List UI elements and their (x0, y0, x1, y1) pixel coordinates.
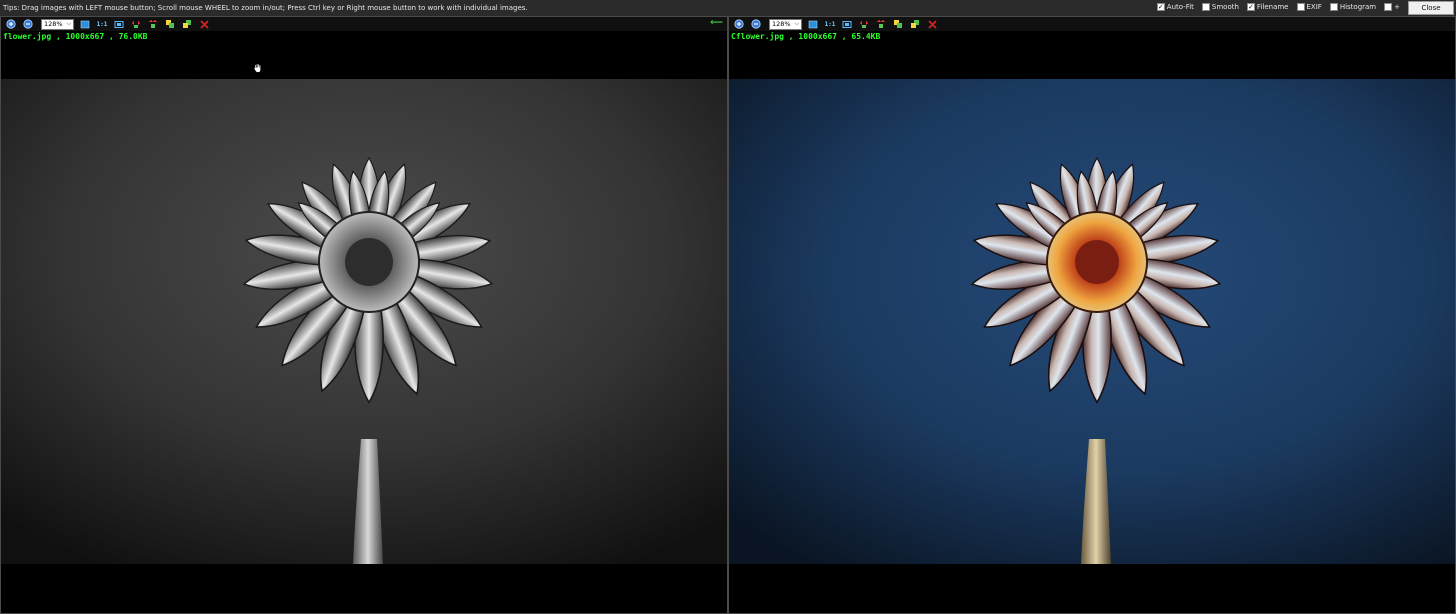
zoom-out-icon[interactable] (749, 18, 763, 30)
actual-size-button[interactable]: 1:1 (95, 18, 109, 30)
exif-label: EXIF (1306, 3, 1322, 11)
option-histogram[interactable]: Histogram (1329, 3, 1377, 11)
tips-text: Tips: Drag images with LEFT mouse button… (3, 4, 528, 12)
option-smooth[interactable]: Smooth (1201, 3, 1239, 11)
fit-to-window-icon[interactable] (806, 18, 820, 30)
plus-label: + (1394, 3, 1400, 11)
zoom-in-icon[interactable] (732, 18, 746, 30)
fit-screen-icon[interactable] (112, 18, 126, 30)
flip-vertical-icon[interactable] (146, 18, 160, 30)
auto-fit-label: Auto-Fit (1166, 3, 1194, 11)
fit-to-window-icon[interactable] (78, 18, 92, 30)
colorized-flower-image[interactable] (729, 79, 1455, 564)
sync-arrow-icon[interactable]: ⟵ (710, 18, 723, 28)
filename-checkbox[interactable]: ✓ (1246, 3, 1255, 11)
hand-cursor-icon (253, 58, 263, 73)
option-filename[interactable]: ✓ Filename (1246, 3, 1289, 11)
view-options: ✓ Auto-Fit Smooth ✓ Filename EXIF Histog… (1156, 3, 1400, 11)
flip-horizontal-icon[interactable] (857, 18, 871, 30)
rotate-right-icon[interactable] (908, 18, 922, 30)
plus-checkbox[interactable] (1384, 3, 1393, 11)
smooth-checkbox[interactable] (1201, 3, 1210, 11)
rotate-left-icon[interactable] (163, 18, 177, 30)
flip-vertical-icon[interactable] (874, 18, 888, 30)
zoom-select[interactable]: 128% ⌵ (769, 18, 802, 30)
fit-screen-icon[interactable] (840, 18, 854, 30)
rotate-right-icon[interactable] (180, 18, 194, 30)
right-image-pane[interactable]: 128% ⌵ 1:1 Cflower.jpg , 1000x667 , 65.4… (728, 16, 1456, 614)
zoom-value: 128% (772, 20, 791, 28)
rotate-left-icon[interactable] (891, 18, 905, 30)
right-toolbar: 128% ⌵ 1:1 (729, 17, 1455, 31)
flip-horizontal-icon[interactable] (129, 18, 143, 30)
file-info: Cflower.jpg , 1000x667 , 65.4KB (731, 32, 881, 41)
close-image-icon[interactable] (197, 18, 211, 30)
left-toolbar: 128% ⌵ 1:1 ⟵ (1, 17, 727, 31)
zoom-value: 128% (44, 20, 63, 28)
actual-size-button[interactable]: 1:1 (823, 18, 837, 30)
zoom-in-icon[interactable] (4, 18, 18, 30)
tips-bar: Tips: Drag images with LEFT mouse button… (0, 0, 1456, 16)
option-exif[interactable]: EXIF (1296, 3, 1322, 11)
smooth-label: Smooth (1211, 3, 1239, 11)
option-plus[interactable]: + (1384, 3, 1400, 11)
auto-fit-checkbox[interactable]: ✓ (1156, 3, 1165, 11)
histogram-label: Histogram (1339, 3, 1377, 11)
file-info: flower.jpg , 1000x667 , 76.0KB (3, 32, 148, 41)
close-image-icon[interactable] (925, 18, 939, 30)
left-image-pane[interactable]: 128% ⌵ 1:1 ⟵ flower.jpg , 1000x667 , 76.… (0, 16, 728, 614)
zoom-out-icon[interactable] (21, 18, 35, 30)
zoom-select[interactable]: 128% ⌵ (41, 18, 74, 30)
chevron-down-icon: ⌵ (794, 20, 799, 27)
filename-label: Filename (1256, 3, 1289, 11)
close-button[interactable]: Close (1408, 1, 1454, 15)
exif-checkbox[interactable] (1296, 3, 1305, 11)
grayscale-flower-image[interactable] (1, 79, 727, 564)
option-auto-fit[interactable]: ✓ Auto-Fit (1156, 3, 1194, 11)
histogram-checkbox[interactable] (1329, 3, 1338, 11)
chevron-down-icon: ⌵ (66, 20, 71, 27)
